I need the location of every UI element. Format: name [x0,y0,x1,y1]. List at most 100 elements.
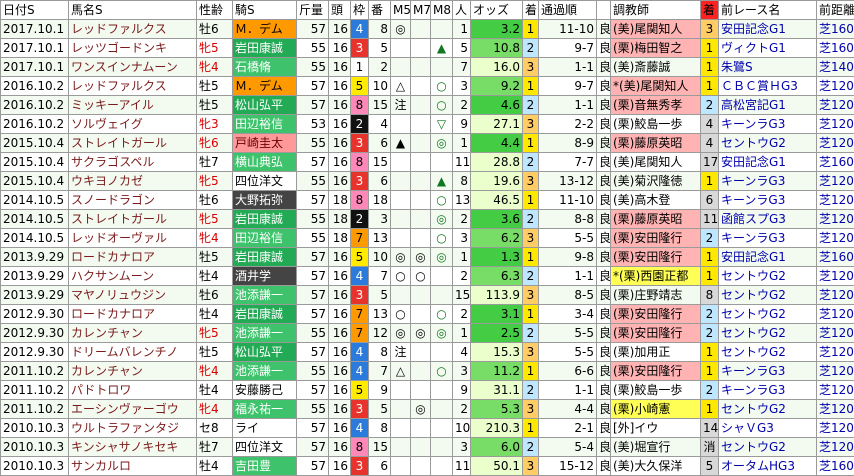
prev-finish-cell: 3 [701,20,719,39]
gate-cell: 4 [351,267,369,286]
jockey-cell: Ｍ．デム [233,77,297,96]
table-row[interactable]: 2016.10.2レッドファルクス牡5Ｍ．デム5716510△○39.219-7… [1,77,854,96]
prev-finish-cell: 2 [701,324,719,343]
column-header[interactable]: 人 [453,1,471,20]
column-header[interactable]: M8 [431,1,453,20]
jockey-cell: 田辺裕信 [233,115,297,134]
track-condition-cell: 良 [597,210,611,229]
sex-age-cell: 牡6 [197,191,233,210]
popularity-cell: 2 [453,210,471,229]
column-header[interactable]: 性齢 [197,1,233,20]
column-header[interactable]: 着 [701,1,719,20]
passing-order-cell: 5-5 [539,343,597,362]
column-header[interactable]: 着 [523,1,539,20]
table-row[interactable]: 2016.10.2ミッキーアイル牡5松山弘平5716815注○24.621-1良… [1,96,854,115]
column-header[interactable] [597,1,611,20]
trainer-cell: [外]イウ [611,419,701,438]
table-row[interactable]: 2017.10.1レッドファルクス牡6Ｍ．デム571648◎13.2111-10… [1,20,854,39]
table-row[interactable]: 2012.9.30ドリームバレンチノ牡5松山弘平571648注415.335-5… [1,343,854,362]
prev-race-cell: セントウG2 [719,400,817,419]
finish-cell: 1 [523,305,539,324]
track-condition-cell: 良 [597,153,611,172]
prev-finish-cell: 2 [701,305,719,324]
odds-cell: 6.0 [471,438,523,457]
mark7-cell [411,419,431,438]
table-row[interactable]: 2012.9.30カレンチャン牝5池添謙一5516712◎◎◎12.525-5良… [1,324,854,343]
sex-age-cell: 牡5 [197,96,233,115]
mark7-cell [411,457,431,476]
table-row[interactable]: 2015.10.4サクラゴスペル牡7横山典弘57168151128.827-7良… [1,153,854,172]
table-row[interactable]: 2015.10.4ストレイトガール牝6戸崎圭太551636▲◎14.418-9良… [1,134,854,153]
track-condition-cell: 良 [597,96,611,115]
table-row[interactable]: 2011.10.2エーシンヴァーゴウ牝4福永祐一551635◎25.334-4良… [1,400,854,419]
mark5-cell [391,229,411,248]
column-header[interactable]: 調教師 [611,1,701,20]
prev-race-cell: シャＶG3 [719,419,817,438]
horse-name-cell: ウルトラファンタジ [69,419,197,438]
date-cell: 2015.10.4 [1,153,69,172]
sex-age-cell: 牡4 [197,381,233,400]
passing-order-cell: 1-1 [539,96,597,115]
column-header[interactable]: 騎S [233,1,297,20]
mark8-cell [431,381,453,400]
column-header[interactable]: 馬名S [69,1,197,20]
column-header[interactable]: 斤量 [297,1,329,20]
odds-cell: 5.3 [471,400,523,419]
column-header[interactable]: 前レース名 [719,1,817,20]
odds-cell: 3.6 [471,210,523,229]
table-row[interactable]: 2012.9.30ロードカナロア牡4岩田康誠5716713○○23.113-4良… [1,305,854,324]
table-row[interactable]: 2013.9.29ハクサンムーン牡4酒井学571647○○26.321-1良*(… [1,267,854,286]
column-header[interactable]: 枠 [351,1,369,20]
table-row[interactable]: 2013.9.29マヤノリュウジン牡6池添謙一57163515113.938-5… [1,286,854,305]
table-row[interactable]: 2014.10.5スノードラゴン牡6大野拓弥5718818○1346.5111-… [1,191,854,210]
prev-distance-cell: 芝1200 [817,400,854,419]
jockey-cell: 田辺裕信 [233,229,297,248]
popularity-cell: 11 [453,457,471,476]
trainer-cell: (栗)安田隆行 [611,305,701,324]
runners-cell: 16 [329,115,351,134]
sex-age-cell: 牝5 [197,39,233,58]
column-header[interactable]: オッズ [471,1,523,20]
trainer-cell: (栗)藤原英昭 [611,210,701,229]
column-header[interactable]: 前距離 [817,1,854,20]
column-header[interactable]: M7 [411,1,431,20]
table-row[interactable]: 2014.10.5レッドオーヴァル牝4田辺裕信5518713○36.235-5良… [1,229,854,248]
mark7-cell [411,115,431,134]
column-header[interactable]: 番 [369,1,391,20]
table-row[interactable]: 2017.10.1レッツゴードンキ牝5岩田康誠551635▲510.829-7良… [1,39,854,58]
table-row[interactable]: 2016.10.2ソルヴェイグ牝3田辺裕信531624▽927.132-2良(栗… [1,115,854,134]
number-cell: 8 [369,343,391,362]
mark7-cell [411,286,431,305]
prev-distance-cell: 芝1200 [817,134,854,153]
table-row[interactable]: 2011.10.2カレンチャン牝4池添謙一551647△○311.216-6良(… [1,362,854,381]
mark8-cell: ○ [431,305,453,324]
column-header[interactable]: M5 [391,1,411,20]
column-header[interactable]: 通過順 [539,1,597,20]
table-row[interactable]: 2013.9.29ロードカナロア牡5岩田康誠5716510◎◎◎11.319-8… [1,248,854,267]
track-condition-cell: 良 [597,362,611,381]
date-cell: 2013.9.29 [1,286,69,305]
weight-cell: 55 [297,58,329,77]
popularity-cell: 2 [453,267,471,286]
gate-cell: 3 [351,39,369,58]
jockey-cell: 岩田康誠 [233,210,297,229]
gate-cell: 3 [351,134,369,153]
table-row[interactable]: 2015.10.4ウキヨノカゼ牝5四位洋文551636▲819.6313-12良… [1,172,854,191]
column-header[interactable]: 日付S [1,1,69,20]
table-row[interactable]: 2014.10.5ストレイトガール牝5岩田康誠551823◎23.628-8良(… [1,210,854,229]
table-row[interactable]: 2017.10.1ワンスインナムーン牝4石橋脩551612716.031-1良(… [1,58,854,77]
popularity-cell: 15 [453,286,471,305]
finish-cell: 2 [523,267,539,286]
table-row[interactable]: 2010.10.3ウルトラファンタジセ8ライ57164810210.312-1良… [1,419,854,438]
sex-age-cell: 牝6 [197,134,233,153]
weight-cell: 57 [297,419,329,438]
column-header[interactable]: 頭 [329,1,351,20]
prev-finish-cell: 1 [701,400,719,419]
table-row[interactable]: 2011.10.2パドトロワ牡4安藤勝己571659931.121-1良(栗)鮫… [1,381,854,400]
prev-race-cell: セントウG2 [719,134,817,153]
odds-cell: 3.2 [471,20,523,39]
table-row[interactable]: 2010.10.3キンシャサノキセキ牡7四位洋文571681536.025-4良… [1,438,854,457]
horse-name-cell: ワンスインナムーン [69,58,197,77]
odds-cell: 50.1 [471,457,523,476]
table-row[interactable]: 2010.10.3サンカルロ牡4吉田豊5716361150.1315-12良(美… [1,457,854,476]
